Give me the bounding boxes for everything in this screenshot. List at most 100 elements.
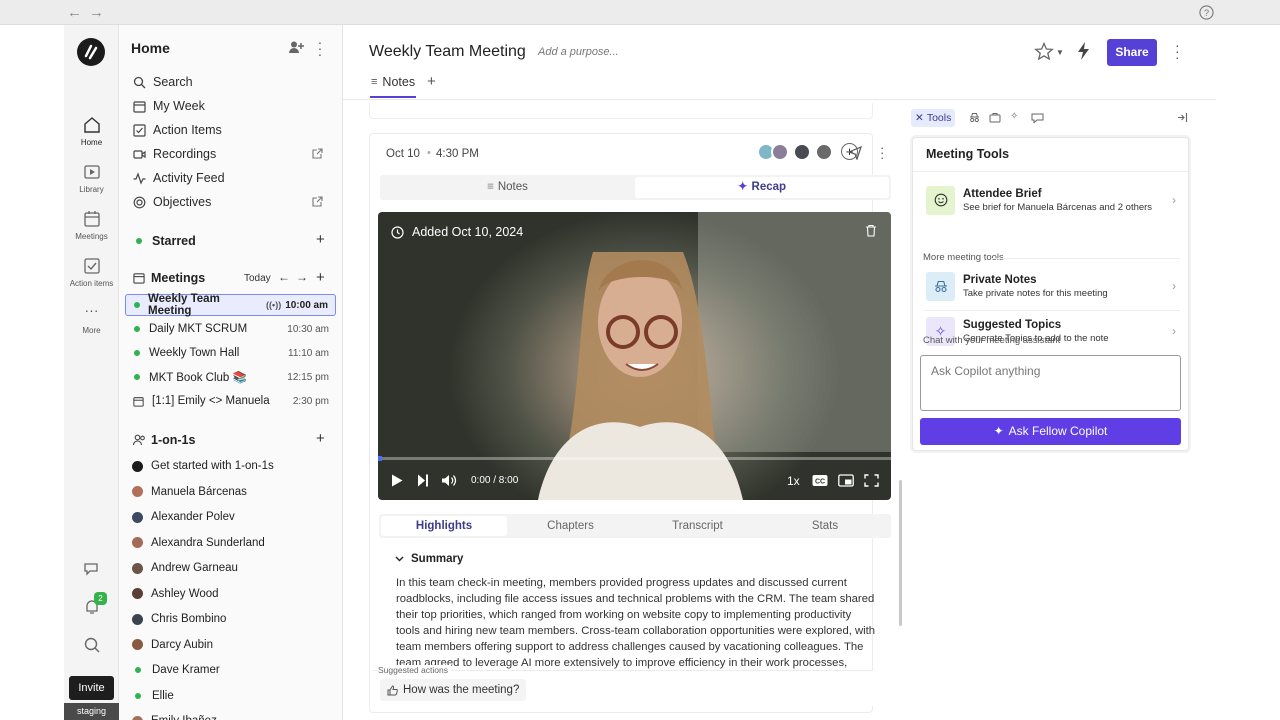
oneonone-item[interactable]: Manuela Bárcenas <box>132 482 247 502</box>
seg-notes[interactable]: ≡ Notes <box>380 175 635 200</box>
purpose-input[interactable]: Add a purpose... <box>538 46 619 58</box>
oneonone-item[interactable]: Ashley Wood <box>132 584 219 604</box>
calendar-icon <box>133 396 144 407</box>
skip-next-icon[interactable] <box>417 474 429 487</box>
rail-action-items[interactable]: Action items <box>64 256 119 288</box>
tools-icon: ✕ <box>915 112 924 124</box>
lightning-icon[interactable] <box>1077 41 1090 61</box>
notifications-bell-icon[interactable] <box>64 597 119 620</box>
send-icon[interactable] <box>848 146 862 160</box>
play-icon[interactable] <box>391 474 403 487</box>
invite-button[interactable]: Invite <box>69 676 114 700</box>
live-broadcast-icon: ((•)) <box>266 300 282 310</box>
app-logo[interactable] <box>77 38 105 66</box>
tools-tab[interactable]: ✕ Tools <box>911 109 956 127</box>
tool-private-notes[interactable]: Private Notes Take private notes for thi… <box>926 270 1176 302</box>
meeting-item[interactable]: Weekly Team Meeting ((•)) 10:00 am <box>125 293 336 317</box>
oneonone-item[interactable]: Emily Ibañez <box>132 711 217 720</box>
tab-notes[interactable]: ≡ Notes <box>371 75 415 89</box>
meeting-item[interactable]: Daily MKT SCRUM 10:30 am <box>125 318 336 340</box>
add-meeting-icon[interactable]: + <box>316 269 325 286</box>
meeting-time: 4:30 PM <box>436 148 479 160</box>
meeting-item[interactable]: [1:1] Emily <> Manuela 2:30 pm <box>125 390 336 412</box>
nav-objectives[interactable]: Objectives <box>133 192 211 212</box>
briefcase-icon[interactable] <box>989 112 1001 123</box>
oneonone-item[interactable]: Darcy Aubin <box>132 635 213 655</box>
icon-rail: Home Library Meetings Action items ··· M… <box>64 25 119 720</box>
add-person-icon[interactable] <box>288 40 305 55</box>
playback-speed-button[interactable]: 1x <box>787 474 800 488</box>
rail-more[interactable]: ··· More <box>64 303 119 335</box>
volume-icon[interactable] <box>441 474 457 487</box>
rail-library[interactable]: Library <box>64 162 119 194</box>
oneonone-item[interactable]: Alexander Polev <box>132 507 235 527</box>
more-options-icon[interactable]: · · · <box>1175 38 1180 64</box>
meeting-item[interactable]: Weekly Town Hall 11:10 am <box>125 342 336 364</box>
video-progress-track[interactable] <box>378 457 891 460</box>
subtab-transcript[interactable]: Transcript <box>634 514 761 538</box>
collapse-panel-icon[interactable] <box>1177 112 1188 123</box>
add-starred-icon[interactable]: + <box>316 231 325 248</box>
fullscreen-icon[interactable] <box>864 474 879 487</box>
sidebar-kebab-icon[interactable]: · · · <box>316 35 324 61</box>
attendee-avatars[interactable]: + <box>757 143 858 161</box>
add-oneonone-icon[interactable]: + <box>316 430 325 447</box>
nav-my-week[interactable]: My Week <box>133 96 205 116</box>
meeting-item[interactable]: MKT Book Club 📚 12:15 pm <box>125 366 336 388</box>
today-button[interactable]: Today <box>244 273 271 284</box>
oneonone-item[interactable]: Dave Kramer <box>132 660 220 680</box>
subtab-chapters[interactable]: Chapters <box>507 514 634 538</box>
oneonone-name: Darcy Aubin <box>151 638 214 651</box>
oneonone-item[interactable]: Ellie <box>132 686 174 706</box>
tool-attendee-brief[interactable]: Attendee Brief See brief for Manuela Bár… <box>926 184 1176 216</box>
scrollbar-thumb[interactable] <box>899 480 902 626</box>
oneonone-name: Emily Ibañez <box>151 715 217 720</box>
nav-recordings[interactable]: Recordings <box>133 144 216 164</box>
external-link-icon[interactable] <box>312 196 323 207</box>
seg-recap[interactable]: ✦ Recap <box>635 177 889 198</box>
oneonone-item[interactable]: Alexandra Sunderland <box>132 533 265 553</box>
copilot-input[interactable]: Ask Copilot anything <box>920 355 1181 411</box>
nav-activity-feed[interactable]: Activity Feed <box>133 168 225 188</box>
add-tab-icon[interactable]: + <box>427 73 436 90</box>
forward-arrow-icon[interactable]: → <box>89 4 104 21</box>
starred-section[interactable]: Starred <box>133 234 196 248</box>
notification-badge: 2 <box>94 592 107 605</box>
active-tab-indicator <box>370 96 416 98</box>
help-icon[interactable]: ? <box>1199 5 1214 20</box>
avatar <box>132 460 143 472</box>
summary-toggle[interactable]: Summary <box>395 553 463 565</box>
nav-action-items[interactable]: Action Items <box>133 120 222 140</box>
rail-home[interactable]: Home <box>64 115 119 147</box>
back-arrow-icon[interactable]: ← <box>67 4 82 21</box>
subtab-highlights[interactable]: Highlights <box>381 516 507 536</box>
external-link-icon[interactable] <box>312 148 323 159</box>
feedback-icon[interactable] <box>64 559 119 582</box>
meetings-section[interactable]: Meetings <box>133 271 205 285</box>
oneonone-item[interactable]: Andrew Garneau <box>132 558 238 578</box>
prev-day-arrow-icon[interactable]: ← <box>278 270 290 284</box>
global-search-icon[interactable] <box>64 635 119 658</box>
share-button[interactable]: Share <box>1107 39 1157 66</box>
ask-copilot-button[interactable]: ✦ Ask Fellow Copilot <box>920 418 1181 445</box>
picture-in-picture-icon[interactable] <box>838 474 854 487</box>
incognito-icon[interactable] <box>969 112 980 123</box>
card-more-icon[interactable]: · · · <box>880 141 884 164</box>
avatar <box>132 588 143 599</box>
next-day-arrow-icon[interactable]: → <box>296 270 308 284</box>
star-dropdown-icon[interactable]: ▼ <box>1056 48 1064 57</box>
rail-meetings[interactable]: Meetings <box>64 209 119 241</box>
star-icon[interactable] <box>1034 42 1054 61</box>
oneonone-item[interactable]: Chris Bombino <box>132 609 226 629</box>
oneonones-section[interactable]: 1-on-1s <box>133 433 195 447</box>
captions-icon[interactable]: CC <box>812 474 828 487</box>
chat-bubble-icon[interactable] <box>1031 112 1045 123</box>
ai-sparkle-icon[interactable]: ✧ <box>1010 111 1018 122</box>
oneonone-item[interactable]: Get started with 1-on-1s <box>132 456 274 476</box>
subtab-stats[interactable]: Stats <box>761 514 889 538</box>
trash-icon[interactable] <box>865 224 877 237</box>
suggested-action-chip[interactable]: How was the meeting? <box>380 679 527 701</box>
video-player[interactable]: Added Oct 10, 2024 0:00 / 8:00 1x CC <box>378 212 891 500</box>
nav-search[interactable]: Search <box>133 72 193 92</box>
meeting-tools-title: Meeting Tools <box>926 147 1010 161</box>
